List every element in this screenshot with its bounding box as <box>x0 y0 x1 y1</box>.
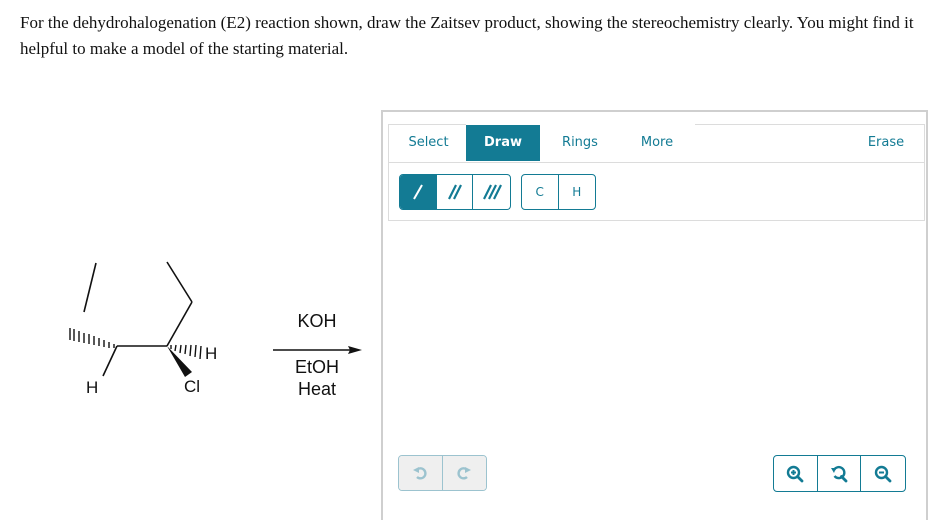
starting-material-structure <box>69 261 362 377</box>
atom-h-left: H <box>86 378 99 397</box>
atom-cl: Cl <box>184 377 201 396</box>
hydrogen-atom-button[interactable]: H <box>559 175 596 209</box>
history-group <box>398 455 487 491</box>
tab-select[interactable]: Select <box>391 125 466 161</box>
triple-bond-button[interactable] <box>473 175 510 209</box>
reset-zoom-button[interactable] <box>818 456 862 491</box>
reagent-heat: Heat <box>297 379 337 399</box>
wedge-bond-left <box>82 310 118 346</box>
tab-more[interactable]: More <box>620 125 694 161</box>
tab-rings[interactable]: Rings <box>543 125 617 161</box>
reagent-etoh: EtOH <box>294 357 339 377</box>
double-bond-button[interactable] <box>437 175 474 209</box>
double-bond-icon <box>447 184 462 200</box>
carbon-atom-button[interactable]: C <box>522 175 559 209</box>
single-bond-button[interactable] <box>400 175 437 209</box>
wedge-bond-cl <box>167 346 192 377</box>
undo-icon <box>413 467 427 480</box>
toolbar-divider <box>388 220 925 221</box>
hashed-bond-methyl <box>69 328 115 348</box>
reagent-koh: KOH <box>297 311 337 331</box>
triple-bond-icon <box>482 184 502 200</box>
reaction-scheme: H H Cl KOH EtOH Heat <box>0 0 380 508</box>
reset-zoom-icon <box>831 465 848 482</box>
zoom-out-button[interactable] <box>861 456 905 491</box>
zoom-tool-group <box>773 455 906 492</box>
bond-tool-group <box>399 174 511 210</box>
bond-c3-ch2 <box>166 301 193 347</box>
editor-toolbar: Select Draw Rings More Erase <box>388 124 925 220</box>
zoom-out-icon <box>874 465 892 482</box>
redo-button[interactable] <box>442 456 486 490</box>
bond-right-top <box>166 261 193 303</box>
redo-icon <box>457 467 472 480</box>
single-bond-icon <box>412 184 423 200</box>
atom-tool-group: C H <box>521 174 596 210</box>
zoom-in-button[interactable] <box>774 456 818 491</box>
bond-c2-h <box>102 345 118 377</box>
bond-left-top <box>83 262 97 313</box>
arrow-head <box>348 346 362 354</box>
erase-button[interactable]: Erase <box>858 125 914 161</box>
atom-h-right: H <box>205 344 218 363</box>
undo-button[interactable] <box>399 456 443 490</box>
zoom-in-icon <box>787 465 804 482</box>
tabbar-divider <box>388 162 925 163</box>
tab-draw[interactable]: Draw <box>466 125 540 161</box>
